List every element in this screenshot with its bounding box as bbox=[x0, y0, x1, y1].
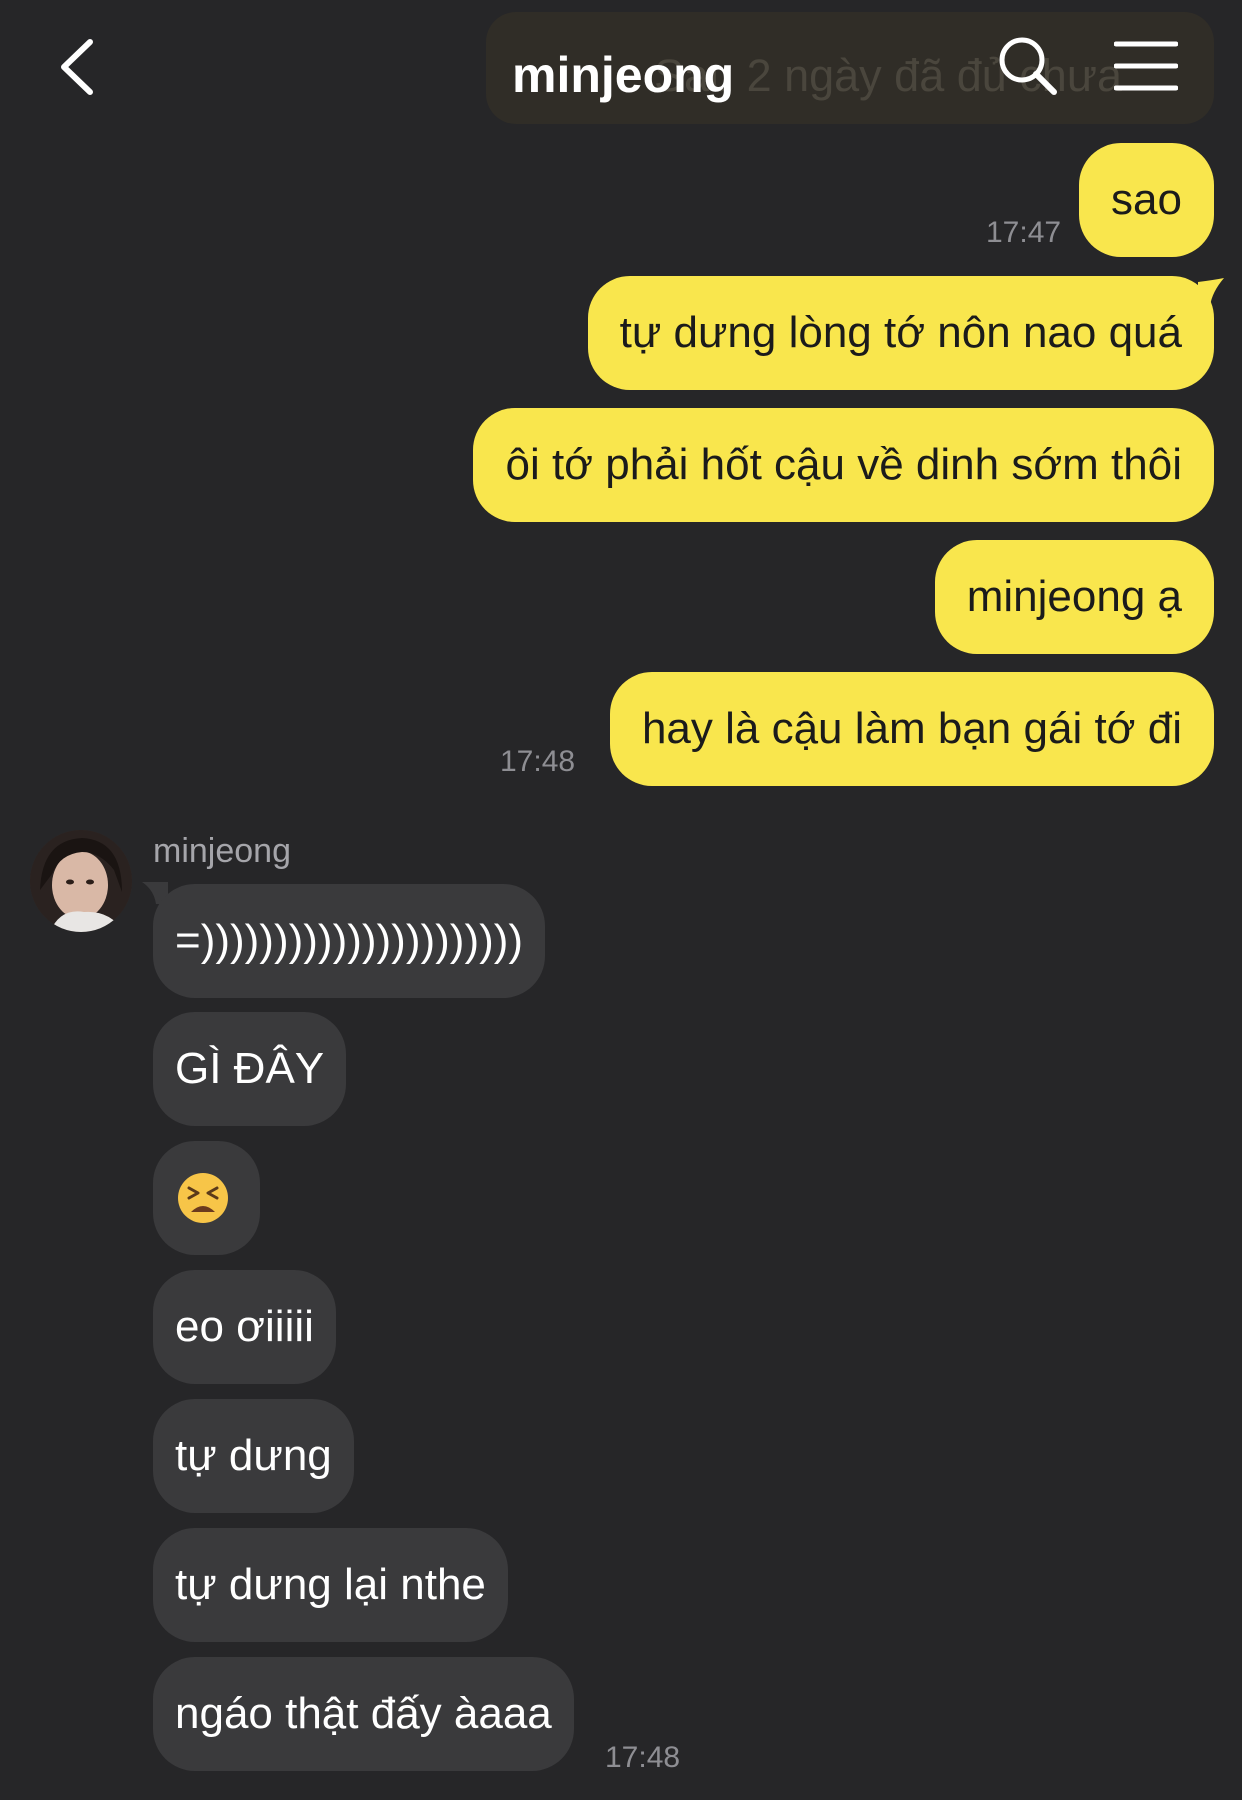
incoming-message[interactable]: eo ơiiiii bbox=[153, 1270, 336, 1384]
back-button[interactable] bbox=[56, 36, 104, 98]
tired-face-emoji-icon bbox=[178, 1173, 228, 1223]
outgoing-message[interactable]: sao bbox=[1079, 143, 1214, 257]
search-icon bbox=[999, 37, 1057, 95]
chat-title: minjeong bbox=[512, 47, 735, 103]
incoming-message[interactable]: ngáo thật đấy àaaa bbox=[153, 1657, 574, 1771]
chevron-left-icon bbox=[61, 39, 93, 95]
incoming-message[interactable]: =)))))))))))))))))))))) bbox=[153, 884, 546, 998]
message-timestamp: 17:48 bbox=[500, 745, 576, 778]
outgoing-message[interactable]: hay là cậu làm bạn gái tớ đi bbox=[609, 672, 1214, 786]
profile-photo bbox=[30, 830, 132, 932]
menu-button[interactable] bbox=[1113, 38, 1179, 94]
search-button[interactable] bbox=[996, 34, 1060, 98]
incoming-message[interactable]: tự dưng lại nthe bbox=[153, 1528, 508, 1642]
incoming-message[interactable]: tự dưng bbox=[153, 1399, 354, 1513]
avatar[interactable] bbox=[30, 830, 132, 932]
incoming-message[interactable]: GÌ ĐÂY bbox=[153, 1012, 347, 1126]
outgoing-message[interactable]: minjeong ạ bbox=[934, 540, 1214, 654]
sender-name: minjeong bbox=[153, 832, 291, 870]
outgoing-message[interactable]: tự dưng lòng tớ nôn nao quá bbox=[587, 276, 1214, 390]
title-bar: Sau 2 ngày đã đủ chưa minjeong bbox=[486, 12, 1214, 124]
message-timestamp: 17:47 bbox=[986, 216, 1062, 249]
incoming-emoji-message[interactable] bbox=[153, 1141, 260, 1255]
message-timestamp: 17:48 bbox=[605, 1741, 681, 1774]
outgoing-message[interactable]: ôi tớ phải hốt cậu về dinh sớm thôi bbox=[473, 408, 1214, 522]
hamburger-menu-icon bbox=[1113, 41, 1179, 91]
bubble-tail bbox=[1198, 278, 1224, 306]
chat-header: Sau 2 ngày đã đủ chưa minjeong bbox=[0, 0, 1242, 130]
